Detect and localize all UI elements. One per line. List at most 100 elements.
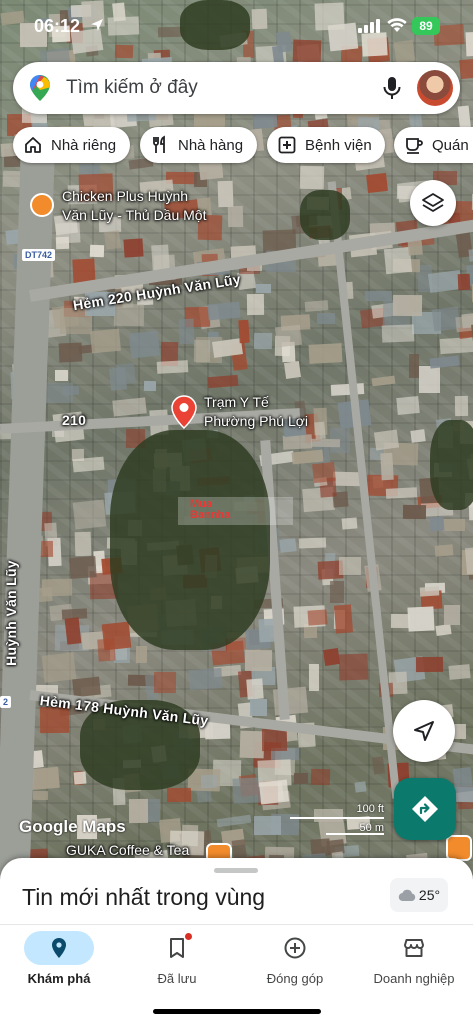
building-roof: [254, 816, 282, 836]
building-roof: [333, 604, 353, 634]
building-roof: [427, 270, 462, 294]
building-roof: [74, 531, 92, 557]
nav-label: Doanh nghiệp: [373, 971, 455, 986]
building-roof: [300, 165, 325, 190]
status-time: 06:12: [34, 16, 81, 36]
building-roof: [54, 370, 69, 382]
building-roof: [101, 621, 132, 651]
navigation-arrow-icon: [414, 721, 434, 741]
building-roof: [430, 354, 461, 369]
storefront-icon: [404, 939, 424, 957]
home-icon: [25, 137, 41, 153]
nav-saved[interactable]: Đã lưu: [118, 925, 236, 995]
building-roof: [459, 57, 473, 79]
building-roof: [407, 606, 436, 633]
chip-cafe[interactable]: Quán c: [394, 127, 473, 163]
building-roof: [73, 771, 87, 785]
avatar[interactable]: [417, 70, 453, 106]
scale-imperial: 100 ft: [356, 803, 384, 815]
building-roof: [279, 537, 298, 554]
building-roof: [238, 319, 250, 343]
google-maps-logo-icon: [30, 75, 50, 101]
watermark-text: Mua Bannha: [190, 498, 231, 521]
explore-pin-icon: [52, 938, 66, 958]
directions-icon: [412, 796, 438, 822]
layers-button[interactable]: [410, 180, 456, 226]
cafe-icon: [406, 138, 423, 154]
bookmark-icon: [170, 938, 184, 958]
building-roof: [64, 617, 82, 645]
building-roof: [282, 434, 312, 450]
building-roof: [439, 336, 473, 354]
vegetation: [430, 420, 473, 510]
building-roof: [372, 755, 386, 774]
building-roof: [217, 814, 252, 828]
sheet-drag-handle[interactable]: [214, 868, 258, 873]
search-bar[interactable]: Tìm kiếm ở đây: [13, 62, 460, 114]
chip-label: Bệnh viện: [305, 136, 372, 154]
building-roof: [275, 324, 303, 347]
building-roof: [381, 324, 415, 344]
building-roof: [385, 487, 417, 500]
building-roof: [244, 649, 272, 672]
nav-business[interactable]: Doanh nghiệp: [355, 925, 473, 995]
building-roof: [293, 772, 308, 785]
building-roof: [468, 246, 473, 262]
restaurant-icon: [153, 135, 165, 153]
building-roof: [429, 516, 446, 532]
building-roof: [304, 300, 329, 312]
place-label-chicken[interactable]: Chicken Plus Huỳnh Văn Lũy - Thủ Dầu Một: [62, 187, 206, 225]
building-roof: [128, 798, 149, 823]
cloud-icon: [398, 889, 416, 902]
building-roof: [307, 609, 328, 626]
layers-icon: [422, 193, 444, 212]
microphone-icon[interactable]: [381, 76, 403, 100]
building-roof: [201, 775, 217, 788]
building-roof: [227, 206, 243, 228]
chip-hospital[interactable]: Bệnh viện: [267, 127, 385, 163]
restaurant-poi-icon[interactable]: [30, 193, 54, 217]
building-roof: [89, 328, 121, 354]
building-roof: [284, 361, 301, 380]
building-roof: [253, 332, 272, 350]
building-roof: [153, 672, 176, 694]
building-roof: [123, 238, 144, 258]
building-roof: [342, 517, 358, 529]
chip-label: Nhà riêng: [51, 136, 117, 154]
building-roof: [32, 790, 49, 801]
nav-contribute[interactable]: Đóng góp: [236, 925, 354, 995]
building-roof: [373, 429, 399, 451]
nav-label: Khám phá: [27, 971, 91, 986]
selected-place-marker-icon[interactable]: [171, 395, 197, 429]
chip-home[interactable]: Nhà riêng: [13, 127, 130, 163]
place-label-health-station[interactable]: Trạm Y Tế Phường Phú Lợi: [204, 393, 308, 431]
status-bar: 06:12 89: [0, 0, 473, 52]
building-roof: [114, 303, 145, 327]
road-label-210: 210: [62, 412, 87, 428]
building-roof: [309, 663, 320, 691]
weather-badge[interactable]: 25°: [390, 878, 448, 912]
building-roof: [419, 586, 440, 597]
directions-button[interactable]: [394, 778, 456, 840]
building-roof: [464, 545, 473, 575]
building-roof: [409, 354, 420, 378]
building-roof: [380, 452, 395, 480]
building-roof: [128, 330, 160, 360]
building-roof: [207, 375, 240, 389]
road-label-main: Huỳnh Văn Lũy: [2, 560, 19, 666]
search-input[interactable]: Tìm kiếm ở đây: [66, 77, 198, 99]
my-location-button[interactable]: [393, 700, 455, 762]
notification-dot: [185, 933, 192, 940]
chip-restaurant[interactable]: Nhà hàng: [140, 127, 257, 163]
building-roof: [454, 395, 468, 416]
building-roof: [72, 499, 107, 530]
cellular-signal-icon: [358, 19, 380, 33]
nav-explore[interactable]: Khám phá: [0, 925, 118, 995]
wifi-icon: [387, 18, 407, 32]
route-shield: 2: [0, 696, 12, 708]
building-roof: [258, 779, 290, 805]
hospital-icon: [278, 136, 296, 154]
building-roof: [308, 343, 343, 365]
building-roof: [419, 365, 441, 394]
building-roof: [90, 244, 105, 257]
